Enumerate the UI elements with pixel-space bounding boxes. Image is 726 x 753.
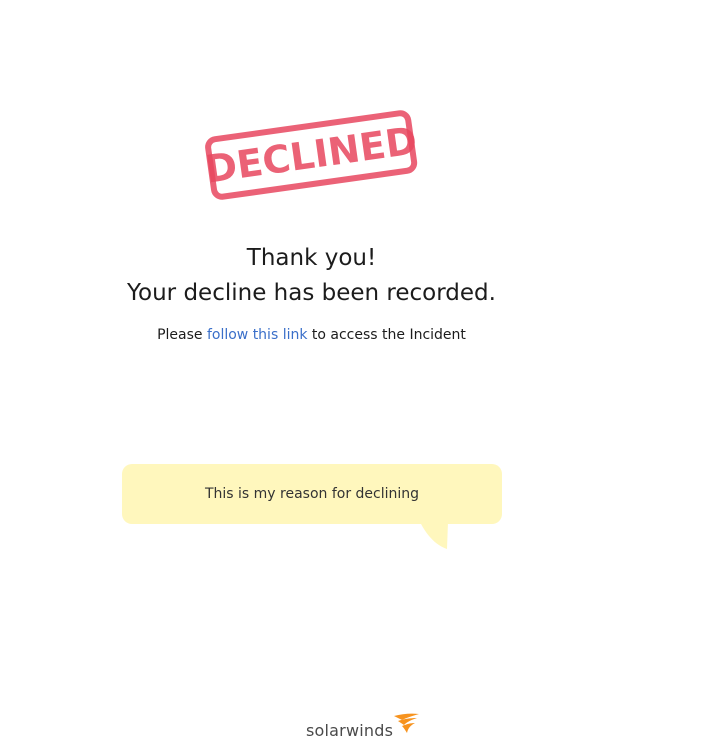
access-prefix: Please — [157, 327, 207, 343]
incident-link[interactable]: follow this link — [207, 327, 308, 343]
decline-reason-text: This is my reason for declining — [204, 486, 420, 502]
thank-you-heading: Thank you! — [246, 245, 377, 271]
solarwinds-flame-icon — [394, 713, 419, 733]
logo-text: solarwinds — [306, 721, 394, 740]
speech-bubble-tail — [420, 522, 448, 549]
declined-stamp: DECLINED — [200, 104, 422, 205]
decline-recorded-heading: Your decline has been recorded. — [127, 280, 496, 306]
access-suffix: to access the Incident — [307, 327, 466, 343]
solarwinds-logo: solarwinds — [304, 712, 420, 744]
decline-reason-bubble: This is my reason for declining — [122, 464, 502, 524]
declined-stamp-graphic: DECLINED — [203, 110, 420, 200]
stamp-text: DECLINED — [203, 118, 420, 191]
access-instructions: Please follow this link to access the In… — [0, 327, 623, 343]
